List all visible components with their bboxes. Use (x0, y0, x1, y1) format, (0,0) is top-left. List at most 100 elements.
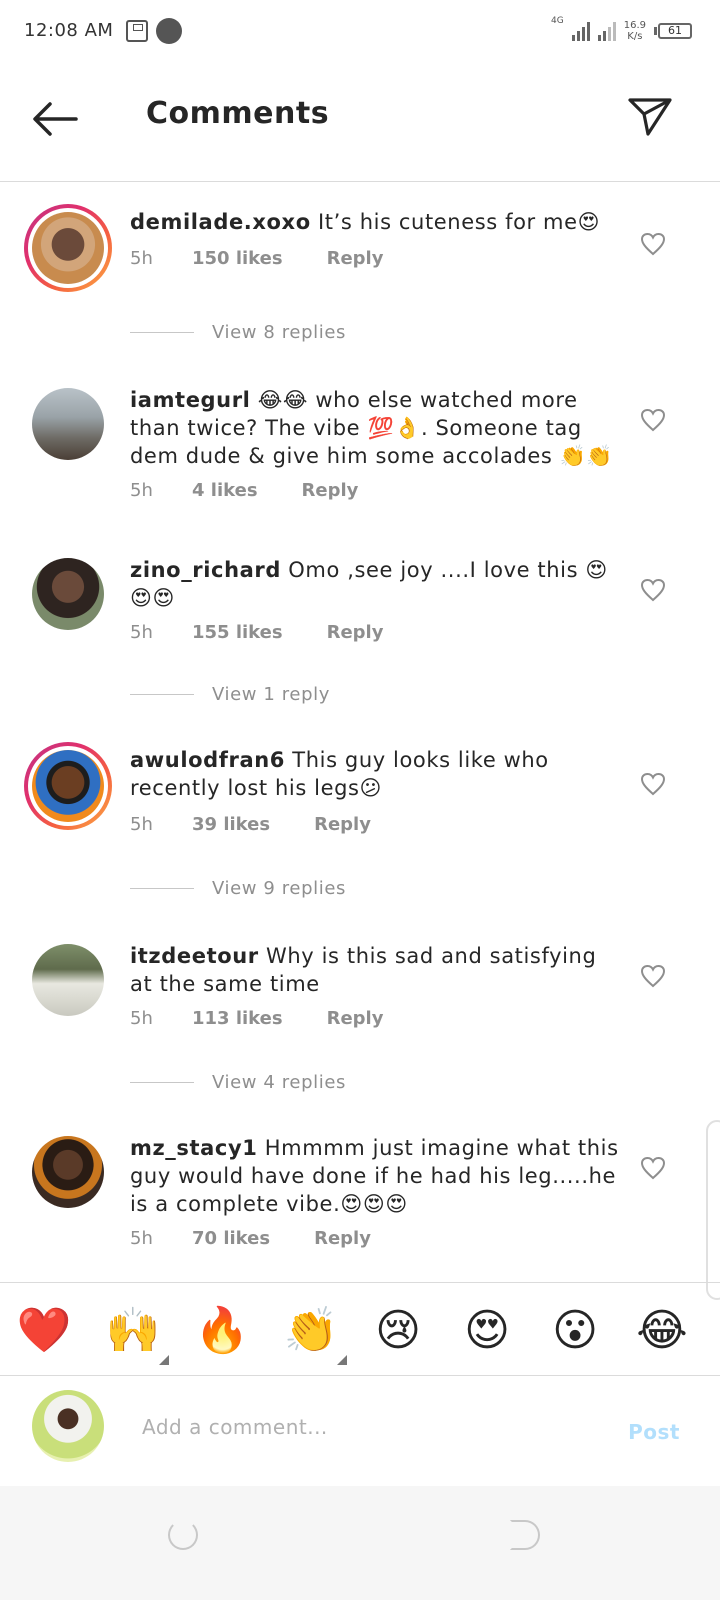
like-heart-icon[interactable] (640, 964, 666, 988)
view-replies-label: View 9 replies (212, 877, 346, 899)
like-heart-icon[interactable] (640, 408, 666, 432)
battery-level: 61 (658, 23, 692, 39)
page-title: Comments (146, 96, 330, 131)
avatar[interactable] (24, 204, 112, 292)
reply-button[interactable]: Reply (327, 622, 384, 643)
divider-line (130, 693, 194, 695)
comment-meta: 5h 70 likes Reply (130, 1228, 371, 1249)
emoji-laughing-button[interactable]: 😂 (634, 1303, 690, 1359)
network-type: 4G (551, 16, 564, 26)
comment-username[interactable]: zino_richard (130, 558, 281, 582)
reply-button[interactable]: Reply (327, 248, 384, 269)
emoji-clap: 👏 (283, 1305, 339, 1356)
speed-value: 16.9 (623, 20, 646, 31)
back-gesture-icon[interactable] (510, 1520, 540, 1550)
comment-body: It’s his cuteness for me😍 (318, 210, 601, 234)
comment-username[interactable]: mz_stacy1 (130, 1136, 257, 1160)
skin-tone-corner-icon (337, 1355, 347, 1365)
comment-time: 5h (130, 248, 153, 269)
view-replies-label: View 4 replies (212, 1071, 346, 1093)
emoji-fire-button[interactable]: 🔥 (194, 1303, 250, 1359)
comment-likes[interactable]: 150 likes (192, 248, 283, 269)
avatar[interactable] (32, 558, 104, 630)
reply-button[interactable]: Reply (314, 1228, 371, 1249)
comment-text: zino_richard Omo ,see joy ....I love thi… (130, 556, 620, 612)
emoji-clap-button[interactable]: 👏 (283, 1303, 347, 1365)
divider-line (130, 887, 194, 889)
self-avatar (32, 1390, 104, 1462)
comment-text: demilade.xoxo It’s his cuteness for me😍 (130, 208, 620, 236)
emoji-reaction-bar: ❤️ 🙌 🔥 👏 😢 😍 😮 😂 (0, 1282, 720, 1376)
view-replies-button[interactable]: View 4 replies (130, 1070, 346, 1094)
like-heart-icon[interactable] (640, 578, 666, 602)
comment-input[interactable] (142, 1406, 592, 1448)
comment-meta: 5h 113 likes Reply (130, 1008, 383, 1029)
comment-likes[interactable]: 39 likes (192, 814, 270, 835)
comment-time: 5h (130, 480, 153, 501)
status-indicators: 4G 16.9 K/s 61 (551, 14, 692, 48)
emoji-raised-hands-button[interactable]: 🙌 (105, 1303, 169, 1365)
comment-meta: 5h 4 likes Reply (130, 480, 358, 501)
emoji-crying-button[interactable]: 😢 (370, 1303, 426, 1359)
comment-likes[interactable]: 155 likes (192, 622, 283, 643)
like-heart-icon[interactable] (640, 232, 666, 256)
like-heart-icon[interactable] (640, 1156, 666, 1180)
comment-username[interactable]: awulodfran6 (130, 748, 285, 772)
status-bar: 12:08 AM 4G 16.9 K/s 61 (0, 0, 720, 64)
reply-button[interactable]: Reply (314, 814, 371, 835)
comment-time: 5h (130, 814, 153, 835)
comment-text: itzdeetour Why is this sad and satisfyin… (130, 942, 620, 998)
emoji-heart-eyes-button[interactable]: 😍 (459, 1303, 515, 1359)
comment-username[interactable]: itzdeetour (130, 944, 259, 968)
view-replies-label: View 8 replies (212, 321, 346, 343)
comment-meta: 5h 39 likes Reply (130, 814, 371, 835)
comment-likes[interactable]: 4 likes (192, 480, 258, 501)
status-time: 12:08 AM (24, 20, 114, 41)
emoji-raised-hands: 🙌 (105, 1305, 161, 1356)
avatar[interactable] (32, 944, 104, 1016)
divider-line (130, 331, 194, 333)
avatar[interactable] (24, 742, 112, 830)
reply-button[interactable]: Reply (327, 1008, 384, 1029)
post-button[interactable]: Post (628, 1420, 680, 1444)
battery-icon: 61 (654, 23, 692, 39)
scroll-handle[interactable] (706, 1120, 720, 1300)
comment-meta: 5h 155 likes Reply (130, 622, 383, 643)
paper-plane-icon (628, 98, 672, 136)
arrow-left-icon (33, 102, 78, 136)
emoji-surprised-button[interactable]: 😮 (547, 1303, 603, 1359)
comment-text: mz_stacy1 Hmmmm just imagine what this g… (130, 1134, 620, 1218)
reply-button[interactable]: Reply (302, 480, 359, 501)
speed-unit: K/s (627, 31, 643, 42)
view-replies-button[interactable]: View 1 reply (130, 682, 330, 706)
comment-likes[interactable]: 113 likes (192, 1008, 283, 1029)
back-button[interactable] (28, 94, 84, 144)
comment-time: 5h (130, 1228, 153, 1249)
avatar[interactable] (32, 1136, 104, 1208)
comment-time: 5h (130, 622, 153, 643)
skin-tone-corner-icon (159, 1355, 169, 1365)
home-gesture-icon[interactable] (168, 1520, 198, 1550)
emoji-heart-button[interactable]: ❤️ (16, 1303, 72, 1359)
comment-likes[interactable]: 70 likes (192, 1228, 270, 1249)
view-replies-label: View 1 reply (212, 683, 330, 705)
comment-username[interactable]: iamtegurl (130, 388, 250, 412)
comment-input-bar: Post (0, 1376, 720, 1486)
notification-dot-icon (156, 18, 182, 44)
network-speed: 16.9 K/s (624, 20, 646, 42)
system-nav-bar (0, 1486, 720, 1600)
comment-meta: 5h 150 likes Reply (130, 248, 383, 269)
header: Comments (0, 64, 720, 182)
comment-text: iamtegurl 😂😂 who else watched more than … (130, 386, 620, 470)
comment-username[interactable]: demilade.xoxo (130, 210, 311, 234)
signal-icon (571, 21, 590, 41)
share-button[interactable] (624, 92, 676, 142)
view-replies-button[interactable]: View 9 replies (130, 876, 346, 900)
avatar[interactable] (32, 388, 104, 460)
save-icon (126, 20, 148, 42)
comment-text: awulodfran6 This guy looks like who rece… (130, 746, 620, 802)
like-heart-icon[interactable] (640, 772, 666, 796)
view-replies-button[interactable]: View 8 replies (130, 320, 346, 344)
signal-icon-2 (597, 21, 616, 41)
comment-time: 5h (130, 1008, 153, 1029)
